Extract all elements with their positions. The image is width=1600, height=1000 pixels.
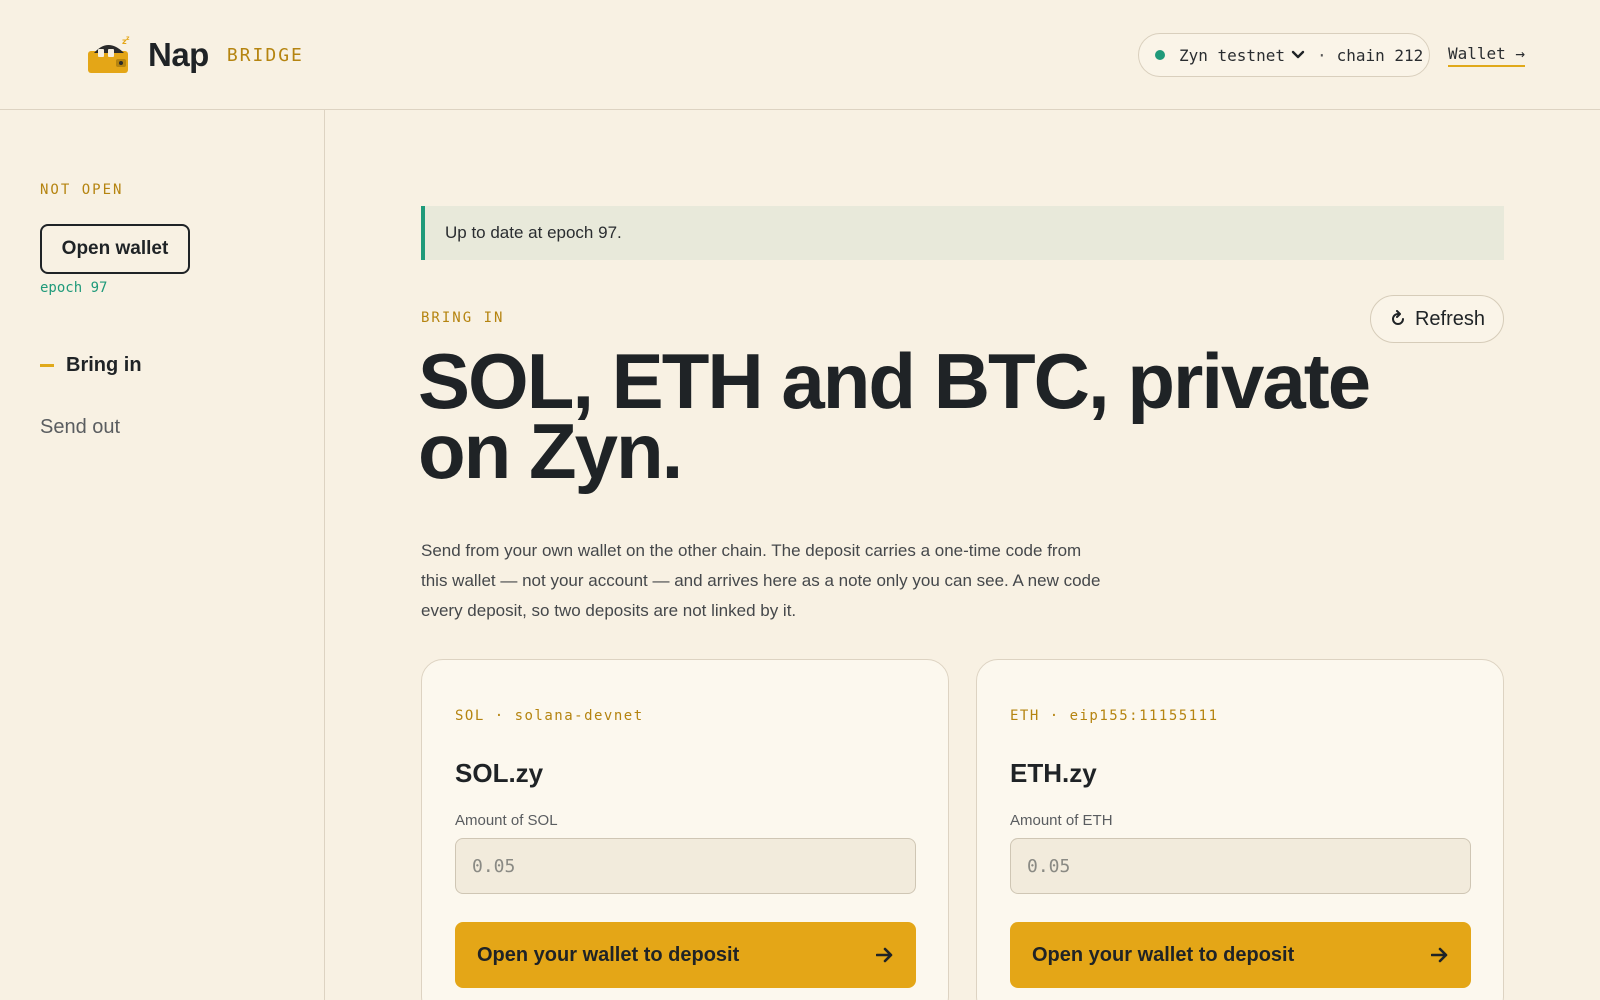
nav-item-bring-in[interactable]: Bring in: [40, 354, 142, 377]
nav-item-send-out[interactable]: Send out: [40, 416, 120, 439]
card-title: SOL.zy: [455, 758, 544, 788]
card-chain-label: ETH · eip155:11155111: [1010, 708, 1219, 724]
brand-name: Nap: [148, 36, 209, 73]
nav-item-label: Bring in: [66, 354, 142, 376]
separator: ·: [1316, 45, 1327, 65]
card-chain-label: SOL · solana-devnet: [455, 708, 644, 724]
status-dot: [1155, 50, 1165, 60]
wallet-link[interactable]: Wallet →: [1448, 44, 1526, 67]
wallet-status: NOT OPEN: [40, 182, 124, 198]
page-title: SOL, ETH and BTC, private on Zyn.: [418, 337, 1371, 495]
arrow-right-icon: [876, 947, 894, 963]
network-name: Zyn testnet: [1179, 45, 1285, 65]
refresh-button[interactable]: Refresh: [1370, 295, 1504, 343]
deposit-card-eth: ETH · eip155:11155111 ETH.zy Amount of E…: [976, 659, 1504, 1000]
brand[interactable]: z z Nap BRIDGE: [86, 34, 304, 76]
refresh-icon: [1389, 310, 1407, 328]
section-eyebrow: BRING IN: [421, 310, 505, 326]
refresh-label: Refresh: [1414, 307, 1486, 330]
sync-status-banner: Up to date at epoch 97.: [421, 206, 1504, 260]
deposit-button-eth[interactable]: Open your wallet to deposit: [1010, 922, 1471, 988]
open-wallet-button[interactable]: Open wallet: [40, 224, 190, 274]
amount-label: Amount of SOL: [455, 812, 558, 829]
active-indicator: [40, 364, 54, 367]
network-select[interactable]: Zyn testnet: [1179, 46, 1317, 65]
amount-label: Amount of ETH: [1010, 812, 1113, 829]
deposit-card-sol: SOL · solana-devnet SOL.zy Amount of SOL…: [421, 659, 949, 1000]
arrow-right-icon: [1431, 947, 1449, 963]
top-bar: z z Nap BRIDGE Zyn testnet · chain 212 W…: [0, 0, 1600, 110]
svg-text:z: z: [126, 35, 130, 42]
epoch-label: epoch 97: [40, 280, 108, 296]
card-title: ETH.zy: [1010, 758, 1097, 788]
chevron-down-icon: [1291, 48, 1305, 62]
sleeping-wallet-logo: z z: [88, 35, 130, 73]
amount-input-eth[interactable]: [1010, 838, 1471, 894]
deposit-button-label: Open your wallet to deposit: [1032, 943, 1295, 966]
intro-text: Send from your own wallet on the other c…: [421, 541, 1101, 620]
network-pill: Zyn testnet · chain 212: [1138, 33, 1430, 77]
chain-id: chain 212: [1336, 45, 1424, 65]
sidebar: NOT OPEN Open wallet epoch 97 Bring in S…: [0, 110, 325, 1000]
brand-tag: BRIDGE: [226, 44, 304, 66]
deposit-button-label: Open your wallet to deposit: [477, 943, 740, 966]
deposit-button-sol[interactable]: Open your wallet to deposit: [455, 922, 916, 988]
amount-input-sol[interactable]: [455, 838, 916, 894]
